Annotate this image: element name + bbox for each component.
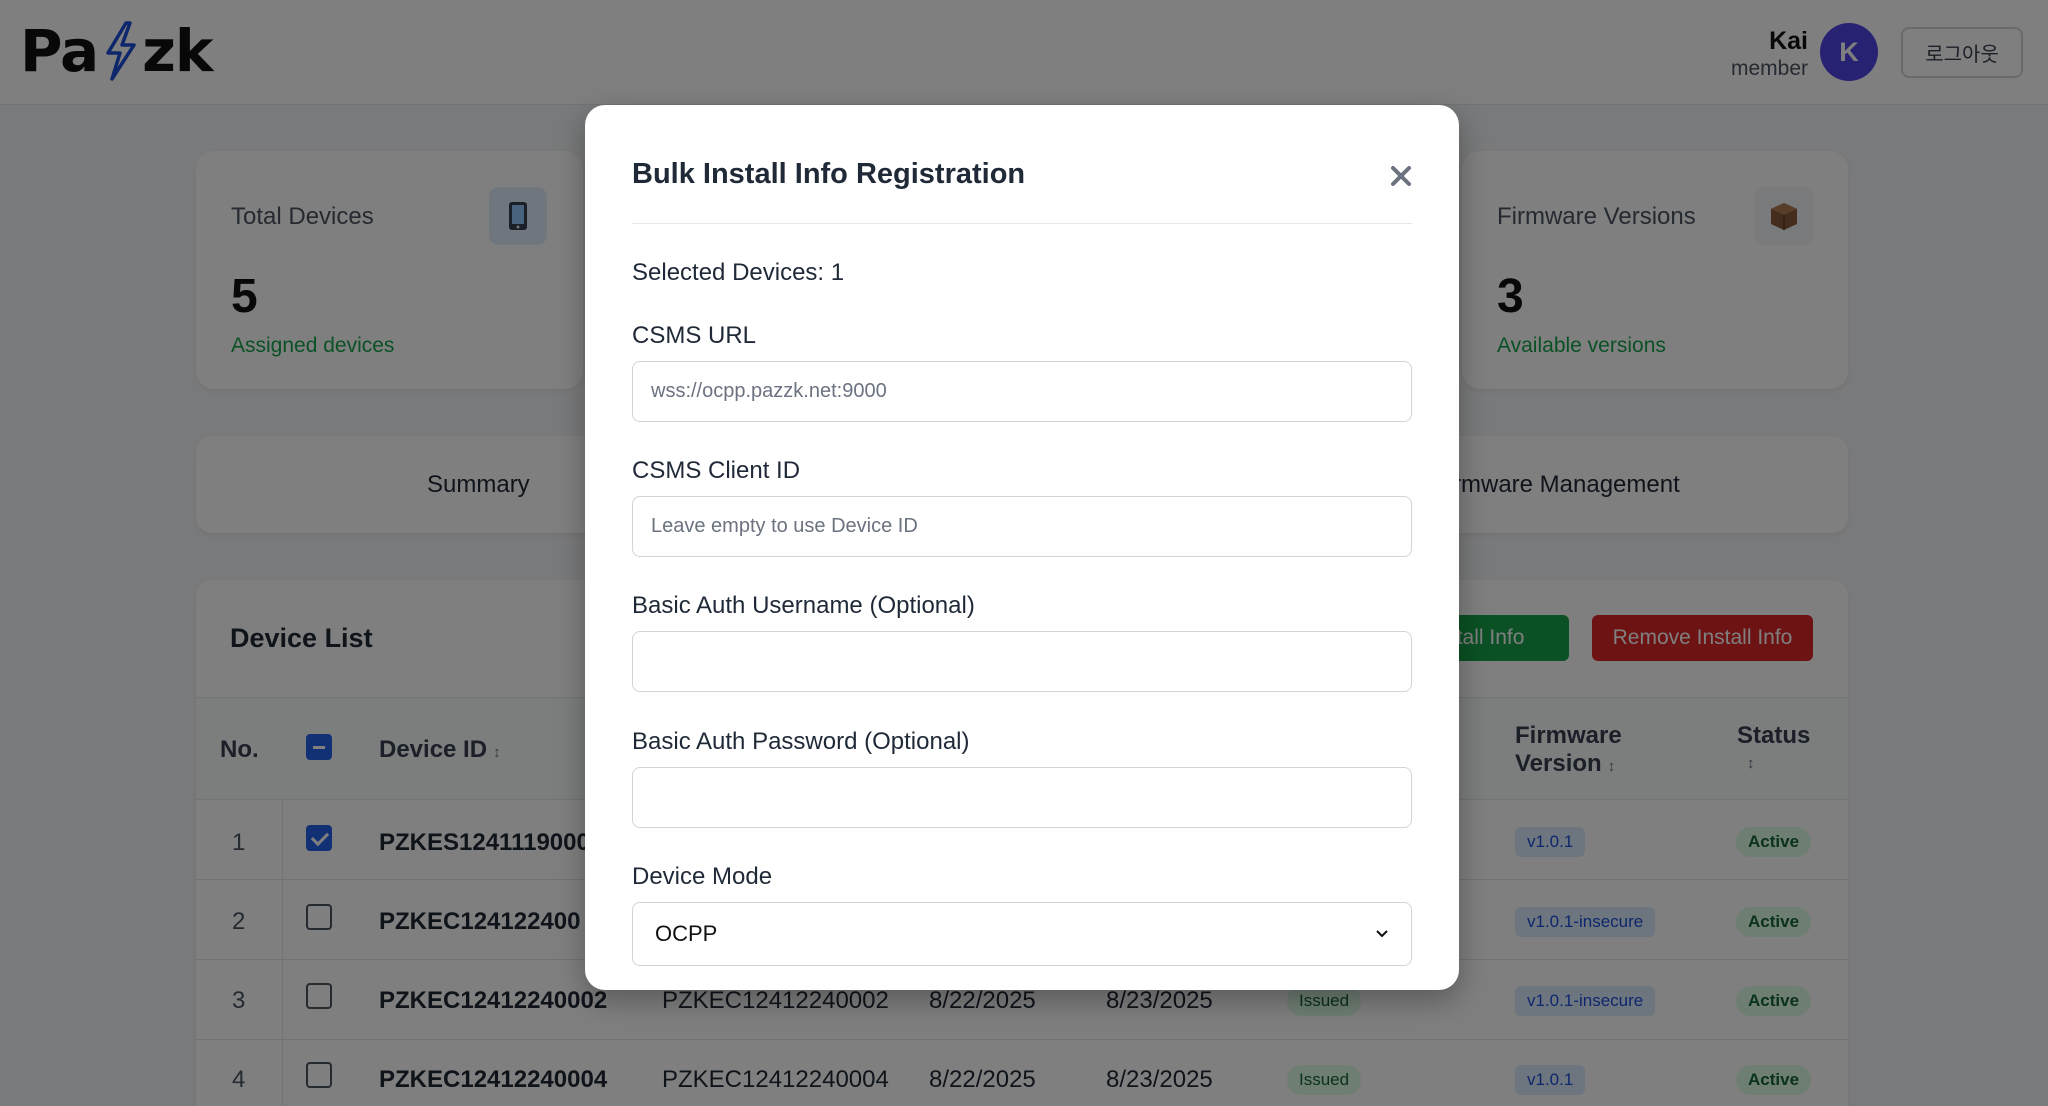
csms-url-label: CSMS URL: [632, 322, 757, 349]
csms-url-input[interactable]: [632, 361, 1412, 422]
chevron-down-icon: [1376, 930, 1388, 938]
close-icon[interactable]: [1382, 157, 1420, 195]
device-mode-select[interactable]: OCPP: [632, 902, 1412, 966]
modal-title: Bulk Install Info Registration: [632, 158, 1026, 190]
basic-auth-password-input[interactable]: [632, 767, 1412, 828]
basic-auth-password-label: Basic Auth Password (Optional): [632, 728, 970, 755]
csms-client-id-label: CSMS Client ID: [632, 457, 801, 484]
device-mode-label: Device Mode: [632, 863, 773, 890]
bulk-install-modal: Bulk Install Info Registration Selected …: [585, 105, 1459, 990]
basic-auth-username-label: Basic Auth Username (Optional): [632, 592, 975, 619]
modal-divider: [632, 223, 1412, 224]
selected-devices-count: Selected Devices: 1: [632, 259, 845, 286]
csms-client-id-input[interactable]: [632, 496, 1412, 557]
device-mode-value: OCPP: [655, 921, 718, 946]
basic-auth-username-input[interactable]: [632, 631, 1412, 692]
